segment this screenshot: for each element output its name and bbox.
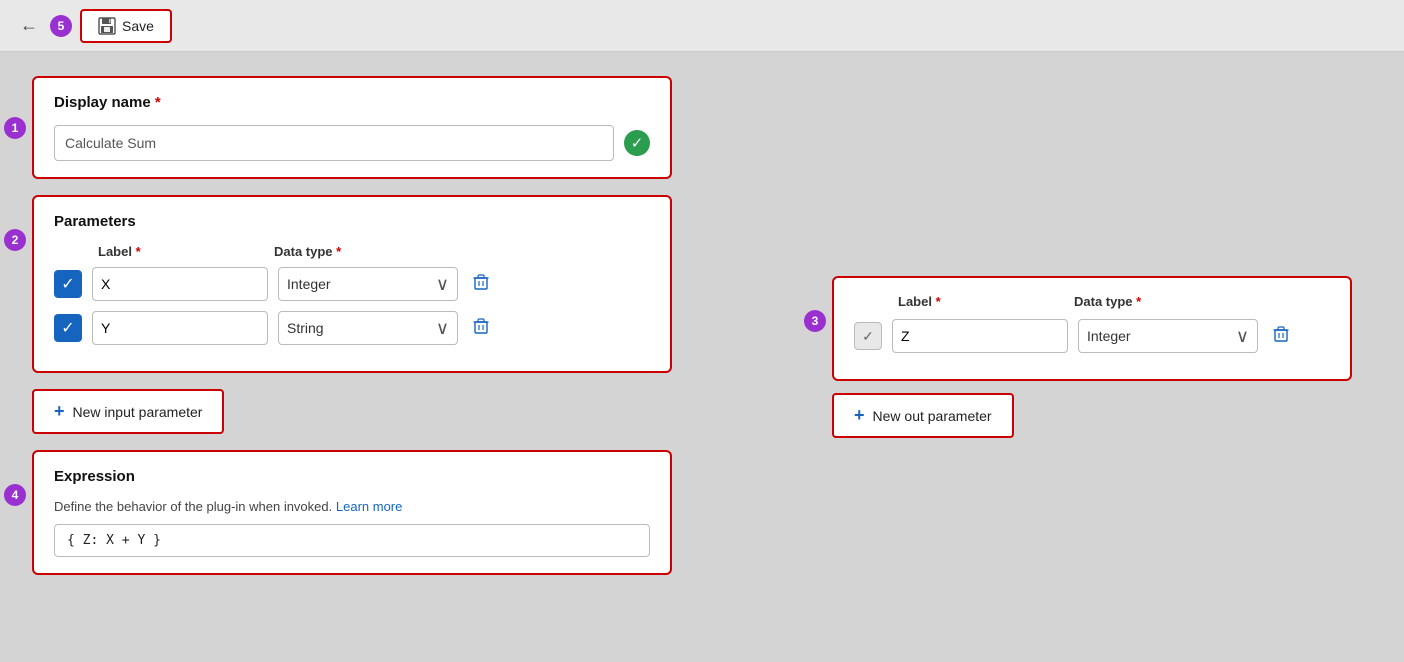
param-label-input-y[interactable] <box>92 311 268 345</box>
plus-icon: + <box>54 401 65 422</box>
trash-icon-y <box>472 317 490 335</box>
chevron-down-icon-z: ∨ <box>1236 326 1249 347</box>
display-name-title: Display name * <box>54 94 650 111</box>
left-column: 1 Display name * ✓ 2 Parameters <box>32 76 672 575</box>
step-1-badge: 1 <box>4 117 26 139</box>
delete-param-x-button[interactable] <box>468 271 494 298</box>
param-label-header: Label * <box>98 244 274 259</box>
param-row-x: ✓ Integer ∨ <box>54 267 650 301</box>
learn-more-link[interactable]: Learn more <box>336 499 402 514</box>
step-2-badge: 2 <box>4 229 26 251</box>
step-3-badge: 3 <box>804 310 826 332</box>
display-name-input[interactable] <box>54 125 614 161</box>
out-param-checkbox-z[interactable]: ✓ <box>854 322 882 350</box>
valid-check-icon: ✓ <box>624 130 650 156</box>
out-param-label-z[interactable] <box>892 319 1068 353</box>
param-type-value-x: Integer <box>287 276 331 292</box>
delete-out-param-z-button[interactable] <box>1268 323 1294 350</box>
chevron-down-icon-y: ∨ <box>436 318 449 339</box>
out-type-header: Data type * <box>1074 294 1254 309</box>
floppy-icon <box>98 17 116 35</box>
out-param-header-row: Label * Data type * <box>854 294 1330 309</box>
parameters-card: 2 Parameters Label * Data type * ✓ <box>32 195 672 373</box>
step-4-badge: 4 <box>4 484 26 506</box>
chevron-down-icon: ∨ <box>436 274 449 295</box>
display-name-card: 1 Display name * ✓ <box>32 76 672 179</box>
expression-card: 4 Expression Define the behavior of the … <box>32 450 672 575</box>
param-header-row: Label * Data type * <box>54 244 650 259</box>
param-checkbox-x[interactable]: ✓ <box>54 270 82 298</box>
param-type-select-y[interactable]: String ∨ <box>278 311 458 345</box>
out-label-header: Label * <box>898 294 1074 309</box>
save-label: Save <box>122 18 154 34</box>
required-star: * <box>155 94 161 111</box>
new-out-param-button[interactable]: + New out parameter <box>832 393 1014 438</box>
param-row-y: ✓ String ∨ <box>54 311 650 345</box>
out-param-type-select-z[interactable]: Integer ∨ <box>1078 319 1258 353</box>
right-column: 3 Label * Data type * ✓ <box>672 76 1372 575</box>
out-param-row-z: ✓ Integer ∨ <box>854 319 1330 353</box>
toolbar: ← 5 Save <box>0 0 1404 52</box>
param-type-select-x[interactable]: Integer ∨ <box>278 267 458 301</box>
expression-code[interactable]: { Z: X + Y } <box>54 524 650 557</box>
param-label-input-x[interactable] <box>92 267 268 301</box>
trash-icon-z <box>1272 325 1290 343</box>
back-button[interactable]: ← <box>16 11 42 40</box>
step-5-badge: 5 <box>50 15 72 37</box>
new-out-param-label: New out parameter <box>873 408 992 424</box>
expression-desc: Define the behavior of the plug-in when … <box>54 499 650 514</box>
back-icon: ← <box>20 15 38 36</box>
trash-icon <box>472 273 490 291</box>
new-input-param-button[interactable]: + New input parameter <box>32 389 224 434</box>
param-checkbox-y[interactable]: ✓ <box>54 314 82 342</box>
expression-title: Expression <box>54 468 650 485</box>
delete-param-y-button[interactable] <box>468 315 494 342</box>
new-input-param-label: New input parameter <box>73 404 203 420</box>
plus-icon-out: + <box>854 405 865 426</box>
out-param-type-value-z: Integer <box>1087 328 1131 344</box>
param-type-header: Data type * <box>274 244 454 259</box>
display-name-input-wrap: ✓ <box>54 125 650 161</box>
parameters-title: Parameters <box>54 213 650 230</box>
main-content: 1 Display name * ✓ 2 Parameters <box>0 52 1404 599</box>
save-button[interactable]: Save <box>80 9 172 43</box>
out-parameters-card: 3 Label * Data type * ✓ <box>832 276 1352 381</box>
param-type-value-y: String <box>287 320 324 336</box>
